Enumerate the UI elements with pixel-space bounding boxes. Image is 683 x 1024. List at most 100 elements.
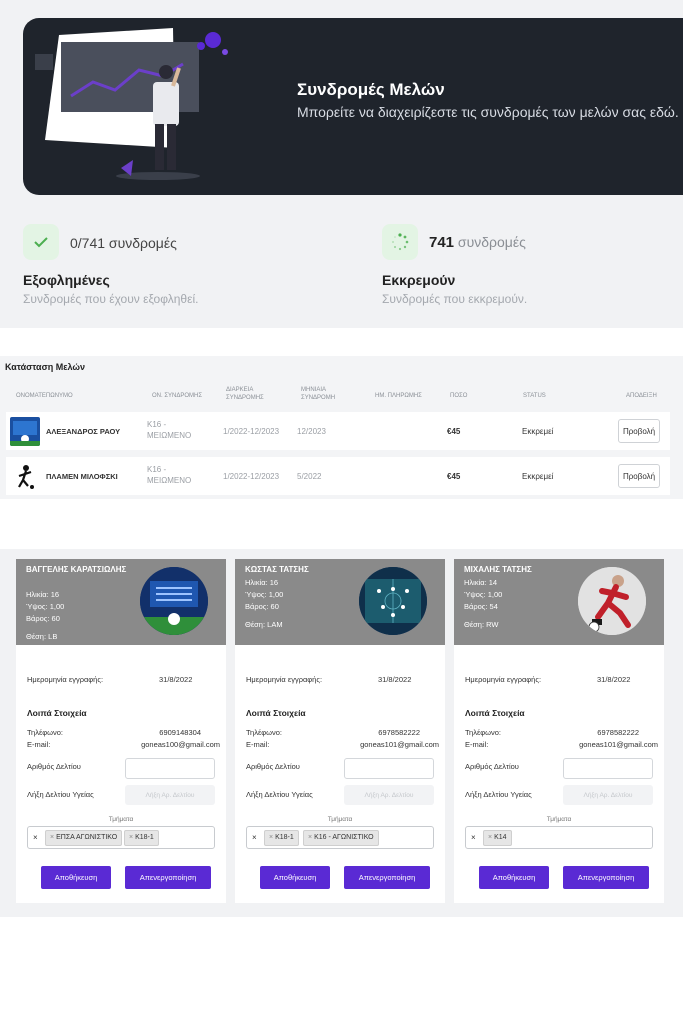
- player-position: Θέση: RW: [464, 620, 499, 629]
- departments-label: Τμήματα: [327, 816, 353, 823]
- card-number-input[interactable]: [125, 758, 215, 779]
- deactivate-button[interactable]: Απενεργοποίηση: [344, 866, 430, 889]
- player-card-header: ΜΙΧΑΛΗΣ ΤΑΤΣΗΣ Ηλικία: 14 Ύψος: 1,00 Βάρ…: [454, 559, 664, 645]
- departments-label: Τμήματα: [108, 816, 134, 823]
- department-chip[interactable]: × Κ18-1: [124, 830, 159, 846]
- player-card: ΒΑΓΓΕΛΗΣ ΚΑΡΑΤΣΙΩΛΗΣ Ηλικία: 16 Ύψος: 1,…: [16, 559, 226, 903]
- departments-label: Τμήματα: [546, 816, 572, 823]
- player-height: Ύψος: 1,00: [245, 590, 284, 599]
- health-expiry-input[interactable]: Λήξη Αρ. Δελτίου: [563, 785, 653, 805]
- player-card-header: ΒΑΓΓΕΛΗΣ ΚΑΡΑΤΣΙΩΛΗΣ Ηλικία: 16 Ύψος: 1,…: [16, 559, 226, 645]
- remove-chip-icon[interactable]: ×: [50, 834, 54, 841]
- clear-departments-icon[interactable]: ×: [471, 833, 476, 842]
- department-chip[interactable]: × ΕΠΣΑ ΑΓΩΝΙΣΤΙΚΟ: [45, 830, 123, 846]
- player-photo: [140, 567, 208, 635]
- deactivate-button[interactable]: Απενεργοποίηση: [125, 866, 211, 889]
- remove-chip-icon[interactable]: ×: [308, 834, 312, 841]
- card-number-label: Αριθμός Δελτίου: [246, 762, 300, 771]
- pending-title: Εκκρεμούν: [382, 272, 456, 288]
- table-row: ΠΛΑΜΕΝ ΜΙΛΟΦΣΚΙ Κ16 - ΜΕΙΩΜΕΝΟ 1/2022-12…: [6, 457, 670, 495]
- health-expiry-label: Λήξη Δελτίου Υγείας: [465, 790, 532, 799]
- remove-chip-icon[interactable]: ×: [269, 834, 273, 841]
- members-status-table: Κατάσταση Μελών ΟΝΟΜΑΤΕΠΩΝΥΜΟ ΟΝ. ΣΥΝΔΡΟ…: [0, 356, 683, 499]
- email-value: goneas101@gmail.com: [360, 740, 439, 749]
- player-position: Θέση: LB: [26, 632, 58, 641]
- phone-value: 6978582222: [597, 728, 639, 737]
- departments-select[interactable]: × × Κ18-1 × Κ16 - ΑΓΩΝΙΣΤΙΚΟ: [246, 826, 434, 849]
- player-height: Ύψος: 1,00: [26, 602, 65, 611]
- other-info-heading: Λοιπά Στοιχεία: [465, 708, 525, 718]
- email-label: E-mail:: [465, 740, 489, 749]
- registration-date-label: Ημερομηνία εγγραφής:: [27, 675, 104, 684]
- registration-date-label: Ημερομηνία εγγραφής:: [465, 675, 542, 684]
- department-chip[interactable]: × Κ16 - ΑΓΩΝΙΣΤΙΚΟ: [303, 830, 379, 846]
- email-value: goneas100@gmail.com: [141, 740, 220, 749]
- member-status: Εκκρεμεί: [522, 472, 554, 481]
- member-name: ΑΛΕΞΑΝΔΡΟΣ ΡΑΟΥ: [46, 427, 121, 436]
- col-header-amount: ΠΟΣΟ: [450, 393, 468, 399]
- player-name: ΒΑΓΓΕΛΗΣ ΚΑΡΑΤΣΙΩΛΗΣ: [26, 565, 127, 574]
- col-header-name: ΟΝΟΜΑΤΕΠΩΝΥΜΟ: [16, 393, 73, 399]
- col-header-duration: ΔΙΑΡΚΕΙΑ ΣΥΝΔΡΟΜΗΣ: [226, 387, 264, 401]
- paid-description: Συνδρομές που έχουν εξοφληθεί.: [23, 292, 199, 306]
- registration-date-value: 31/8/2022: [597, 675, 631, 684]
- spinner-icon: [382, 224, 418, 260]
- player-weight: Βάρος: 60: [26, 614, 60, 623]
- member-name: ΠΛΑΜΕΝ ΜΙΛΟΦΣΚΙ: [46, 472, 118, 481]
- member-duration: 1/2022-12/2023: [223, 427, 280, 436]
- check-icon: [23, 224, 59, 260]
- member-subscription: Κ16 - ΜΕΙΩΜΕΝΟ: [147, 420, 192, 440]
- save-button[interactable]: Αποθήκευση: [479, 866, 549, 889]
- hero-banner: Συνδρομές Μελών Μπορείτε να διαχειρίζεστ…: [23, 18, 683, 195]
- card-number-label: Αριθμός Δελτίου: [465, 762, 519, 771]
- pending-count: 741 συνδρομές: [429, 234, 526, 251]
- departments-select[interactable]: × × Κ14: [465, 826, 653, 849]
- phone-value: 6909148304: [159, 728, 201, 737]
- table-row: ΑΛΕΞΑΝΔΡΟΣ ΡΑΟΥ Κ16 - ΜΕΙΩΜΕΝΟ 1/2022-12…: [6, 412, 670, 450]
- player-age: Ηλικία: 16: [245, 578, 279, 587]
- departments-select[interactable]: × × ΕΠΣΑ ΑΓΩΝΙΣΤΙΚΟ × Κ18-1: [27, 826, 215, 849]
- view-receipt-button[interactable]: Προβολή: [618, 464, 660, 488]
- remove-chip-icon[interactable]: ×: [129, 834, 133, 841]
- card-number-input[interactable]: [563, 758, 653, 779]
- remove-chip-icon[interactable]: ×: [488, 834, 492, 841]
- col-header-status: STATUS: [523, 393, 546, 399]
- player-position: Θέση: LAM: [245, 620, 283, 629]
- save-button[interactable]: Αποθήκευση: [260, 866, 330, 889]
- registration-date-label: Ημερομηνία εγγραφής:: [246, 675, 323, 684]
- page-subtitle: Μπορείτε να διαχειρίζεστε τις συνδρομές …: [297, 104, 679, 120]
- health-expiry-input[interactable]: Λήξη Αρ. Δελτίου: [125, 785, 215, 805]
- avatar: [10, 417, 40, 446]
- player-cards: ΒΑΓΓΕΛΗΣ ΚΑΡΑΤΣΙΩΛΗΣ Ηλικία: 16 Ύψος: 1,…: [0, 549, 683, 917]
- player-photo: [359, 567, 427, 635]
- col-header-payment-date: ΗΜ. ΠΛΗΡΩΜΗΣ: [375, 393, 422, 399]
- member-monthly: 5/2022: [297, 472, 322, 481]
- page-title: Συνδρομές Μελών: [297, 80, 445, 99]
- col-header-monthly: ΜΗΝΙΑΙΑ ΣΥΝΔΡΟΜΗ: [301, 387, 336, 401]
- phone-label: Τηλέφωνο:: [465, 728, 502, 737]
- pending-description: Συνδρομές που εκκρεμούν.: [382, 292, 528, 306]
- col-header-subscription: ΟΝ. ΣΥΝΔΡΟΜΗΣ: [152, 393, 203, 399]
- health-expiry-input[interactable]: Λήξη Αρ. Δελτίου: [344, 785, 434, 805]
- health-expiry-label: Λήξη Δελτίου Υγείας: [27, 790, 94, 799]
- member-status: Εκκρεμεί: [522, 427, 554, 436]
- col-header-receipt: ΑΠΟΔΕΙΞΗ: [626, 393, 657, 399]
- view-receipt-button[interactable]: Προβολή: [618, 419, 660, 443]
- email-label: E-mail:: [246, 740, 270, 749]
- card-number-input[interactable]: [344, 758, 434, 779]
- save-button[interactable]: Αποθήκευση: [41, 866, 111, 889]
- deactivate-button[interactable]: Απενεργοποίηση: [563, 866, 649, 889]
- department-chip[interactable]: × Κ14: [483, 830, 512, 846]
- player-height: Ύψος: 1,00: [464, 590, 503, 599]
- phone-label: Τηλέφωνο:: [246, 728, 283, 737]
- department-chip[interactable]: × Κ18-1: [264, 830, 299, 846]
- member-subscription: Κ16 - ΜΕΙΩΜΕΝΟ: [147, 465, 192, 485]
- email-label: E-mail:: [27, 740, 51, 749]
- registration-date-value: 31/8/2022: [378, 675, 412, 684]
- clear-departments-icon[interactable]: ×: [33, 833, 38, 842]
- clear-departments-icon[interactable]: ×: [252, 833, 257, 842]
- other-info-heading: Λοιπά Στοιχεία: [246, 708, 306, 718]
- other-info-heading: Λοιπά Στοιχεία: [27, 708, 87, 718]
- player-name: ΜΙΧΑΛΗΣ ΤΑΤΣΗΣ: [464, 565, 532, 574]
- paid-title: Εξοφλημένες: [23, 272, 110, 288]
